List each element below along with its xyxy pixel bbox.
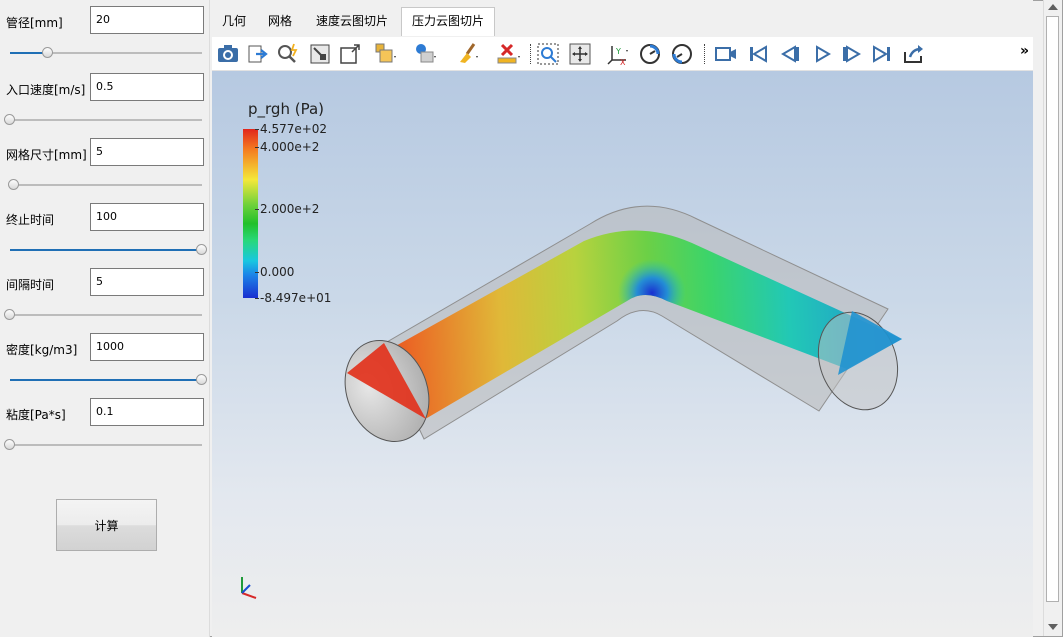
toolbar-separator (704, 44, 706, 64)
reset-view-icon[interactable] (338, 42, 362, 66)
pipe-diameter-input[interactable]: 20 (90, 6, 204, 34)
slider-fill (10, 249, 202, 251)
mesh-size-slider[interactable] (7, 178, 204, 192)
first-frame-icon[interactable] (746, 42, 770, 66)
inlet-velocity-input[interactable]: 0.5 (90, 73, 204, 101)
slider-thumb[interactable] (7, 179, 19, 190)
orientation-axes-icon (241, 577, 257, 599)
box-color-icon[interactable] (374, 42, 398, 66)
next-frame-icon[interactable] (840, 42, 864, 66)
slider-thumb[interactable] (196, 374, 207, 385)
colorbar (243, 129, 258, 298)
magic-zoom-icon[interactable] (276, 42, 300, 66)
end-time-label: 终止时间 (6, 213, 55, 227)
colorbar-title: p_rgh (Pa) (248, 100, 324, 118)
toolbar-separator (530, 44, 532, 64)
slider-thumb[interactable] (4, 439, 15, 450)
colorbar-max-label: 4.577e+02 (254, 122, 328, 136)
colorbar-tick-0: 0.000 (254, 264, 295, 279)
prev-frame-icon[interactable] (778, 42, 802, 66)
pipe-diameter-label: 管径[mm] (6, 16, 63, 30)
fit-all-icon[interactable] (568, 42, 592, 66)
colorbar-tick-200: 2.000e+2 (254, 202, 320, 217)
tab-pressure-slice[interactable]: 压力云图切片 (401, 7, 496, 36)
vertical-scrollbar[interactable] (1043, 0, 1062, 636)
calculate-button[interactable]: 计算 (56, 499, 157, 551)
end-time-slider[interactable] (8, 243, 207, 257)
svg-text:X: X (620, 58, 626, 66)
interval-time-slider[interactable] (4, 308, 204, 322)
scrollbar-thumb[interactable] (1046, 16, 1059, 602)
density-input[interactable]: 1000 (90, 333, 204, 361)
scroll-up-icon[interactable] (1048, 4, 1058, 10)
zoom-to-box-icon[interactable] (536, 42, 560, 66)
tab-velocity-slice[interactable]: 速度云图切片 (306, 8, 398, 35)
tab-bar: 几何 网格 速度云图切片 压力云图切片 (210, 0, 1033, 36)
viscosity-slider[interactable] (4, 438, 204, 452)
tab-mesh[interactable]: 网格 (258, 8, 302, 35)
end-time-input[interactable]: 100 (90, 203, 204, 231)
slider-thumb[interactable] (4, 114, 15, 125)
density-slider[interactable] (8, 373, 207, 387)
last-frame-icon[interactable] (870, 42, 894, 66)
viscosity-input[interactable]: 0.1 (90, 398, 204, 426)
shading-icon[interactable] (414, 42, 438, 66)
interval-time-label: 间隔时间 (6, 278, 55, 292)
colorbar-tick-400: 4.000e+2 (254, 139, 320, 154)
inlet-velocity-label: 入口速度[m/s] (6, 83, 86, 97)
axes-icon[interactable]: YX (606, 42, 630, 66)
render-viewport[interactable]: p_rgh (Pa) 4.577e+02 4.000e+2 2.000e+2 0… (212, 71, 1033, 637)
view-toolbar: YX » (212, 37, 1033, 71)
export-icon[interactable] (246, 42, 270, 66)
tab-geometry[interactable]: 几何 (212, 8, 256, 35)
camera-icon[interactable] (216, 42, 240, 66)
fit-square-icon[interactable] (308, 42, 332, 66)
density-label: 密度[kg/m3] (6, 343, 78, 357)
slider-fill (10, 379, 202, 381)
record-icon[interactable] (714, 42, 738, 66)
slider-track (10, 444, 202, 446)
pipe-diameter-slider[interactable] (8, 46, 204, 60)
parameter-panel: 管径[mm] 20 入口速度[m/s] 0.5 网格尺寸[mm] 5 终止时间 100 间隔时间… (0, 0, 210, 637)
slider-track (10, 184, 202, 186)
slider-track (10, 314, 202, 316)
slider-track (10, 119, 202, 121)
inlet-velocity-slider[interactable] (4, 113, 204, 127)
pipe-render (344, 205, 902, 442)
svg-text:Y: Y (615, 47, 621, 56)
slider-thumb[interactable] (4, 309, 15, 320)
interval-time-input[interactable]: 5 (90, 268, 204, 296)
viscosity-label: 粘度[Pa*s] (6, 408, 66, 422)
rotate-ccw-icon[interactable] (638, 42, 662, 66)
share-icon[interactable] (902, 42, 926, 66)
scroll-down-icon[interactable] (1048, 624, 1058, 630)
slider-thumb[interactable] (42, 47, 54, 58)
play-icon[interactable] (810, 42, 834, 66)
slider-thumb[interactable] (196, 244, 207, 255)
ruler-delete-icon[interactable] (496, 42, 520, 66)
rotate-cw-icon[interactable] (670, 42, 694, 66)
mesh-size-label: 网格尺寸[mm] (6, 148, 87, 162)
clean-brush-icon[interactable] (456, 42, 480, 66)
colorbar-min-label: -8.497e+01 (254, 291, 332, 305)
toolbar-overflow-icon[interactable]: » (1020, 43, 1029, 59)
mesh-size-input[interactable]: 5 (90, 138, 204, 166)
